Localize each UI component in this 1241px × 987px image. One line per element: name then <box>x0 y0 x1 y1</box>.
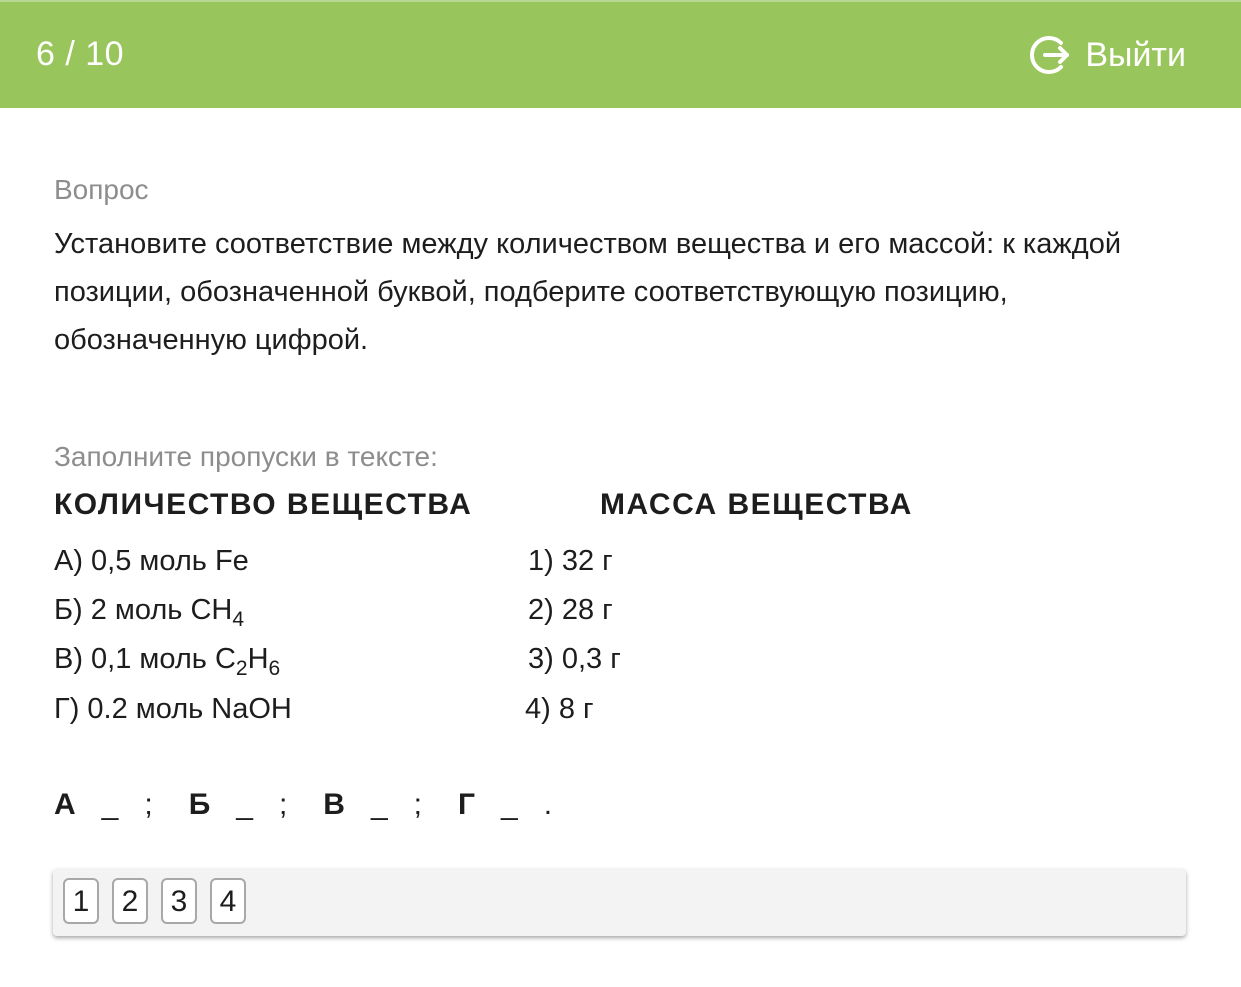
right-item-2: 2) 28 г <box>528 594 613 626</box>
option-chip-1[interactable]: 1 <box>63 878 99 924</box>
answer-end: . <box>543 788 553 821</box>
answer-blank-g[interactable]: _ <box>501 788 518 822</box>
answer-blank-a[interactable]: _ <box>102 788 119 822</box>
logout-icon <box>1030 36 1070 74</box>
answer-options-tray: 1 2 3 4 <box>53 869 1186 936</box>
right-item-3: 3) 0,3 г <box>528 643 621 675</box>
answer-separator: ; <box>278 788 288 821</box>
top-bar: 6 / 10 Выйти <box>0 0 1241 108</box>
answer-separator: ; <box>413 788 422 821</box>
option-chip-2[interactable]: 2 <box>112 878 148 924</box>
left-item-b: Б) 2 моль CH4 <box>54 594 245 631</box>
exit-button[interactable]: Выйти <box>1025 32 1186 78</box>
answer-letter-b: Б <box>188 788 211 821</box>
exit-label: Выйти <box>1085 35 1186 74</box>
left-item-a: А) 0,5 моль Fe <box>54 545 249 577</box>
question-label: Вопрос <box>54 174 149 205</box>
question-text: Установите соответствие между количество… <box>54 228 1122 356</box>
answer-separator: ; <box>144 788 153 821</box>
left-item-v: В) 0,1 моль C2H6 <box>54 643 281 680</box>
right-item-1: 1) 32 г <box>528 545 613 577</box>
answer-letter-g: Г <box>458 788 476 821</box>
answer-blank-v[interactable]: _ <box>371 788 388 822</box>
option-chip-4[interactable]: 4 <box>210 878 246 924</box>
answer-template: А _; Б _; В _; Г _. <box>54 788 588 822</box>
answer-blank-b[interactable]: _ <box>236 788 253 822</box>
right-column-header: МАССА ВЕЩЕСТВА <box>600 488 913 521</box>
instruction-label: Заполните пропуски в тексте: <box>54 441 438 472</box>
answer-letter-a: А <box>54 788 76 821</box>
left-item-g: Г) 0.2 моль NaOH <box>54 693 292 725</box>
option-chip-3[interactable]: 3 <box>161 878 197 924</box>
answer-letter-v: В <box>323 788 345 821</box>
question-progress: 6 / 10 <box>36 35 125 73</box>
left-column-header: КОЛИЧЕСТВО ВЕЩЕСТВА <box>54 488 473 521</box>
right-item-4: 4) 8 г <box>525 693 594 725</box>
